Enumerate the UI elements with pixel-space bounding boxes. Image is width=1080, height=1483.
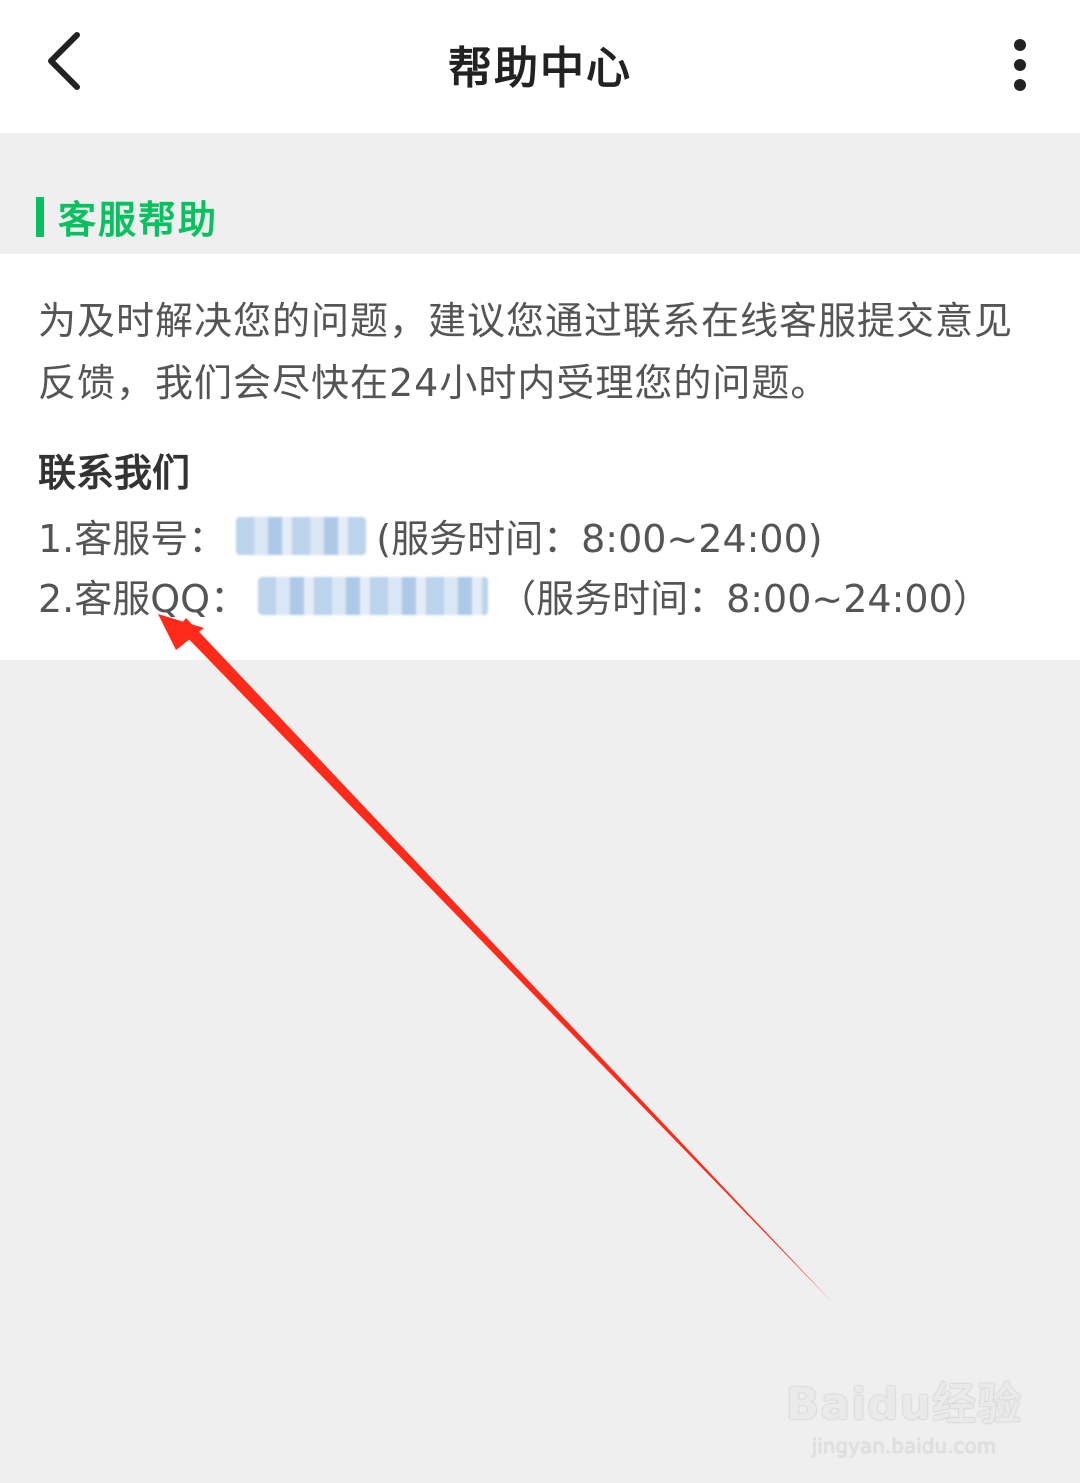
qq-label: 2.客服QQ： [38,577,249,621]
service-id-hours: (服务时间：8:00~24:00) [376,517,823,561]
baidu-watermark: Baidu经验 jingyan.baidu.com [786,1368,1022,1458]
section-header: 客服帮助 [0,133,1080,254]
top-navbar: 帮助中心 [0,0,1080,133]
contact-line-qq: 2.客服QQ： （服务时间：8:00~24:00） [38,568,991,623]
watermark-logo: Baidu经验 [785,1379,1022,1430]
service-id-label: 1.客服号： [38,517,227,561]
intro-text: 为及时解决您的问题，建议您通过联系在线客服提交意见反馈，我们会尽快在24小时内受… [38,299,1014,405]
more-options-button[interactable] [1000,30,1040,100]
more-vertical-icon [1014,39,1026,91]
qq-number-redacted[interactable] [258,576,489,615]
annotation-arrow-shaft [178,618,832,1302]
section-accent-bar [36,197,44,237]
page-title: 帮助中心 [448,43,632,94]
contact-line-service-id: 1.客服号： (服务时间：8:00~24:00) [38,508,823,563]
section-title: 客服帮助 [58,198,219,242]
qq-hours: （服务时间：8:00~24:00） [498,577,991,621]
service-id-redacted[interactable] [236,516,367,555]
watermark-url: jingyan.baidu.com [811,1434,997,1458]
help-card: 为及时解决您的问题，建议您通过联系在线客服提交意见反馈，我们会尽快在24小时内受… [0,254,1080,660]
contact-heading: 联系我们 [38,451,191,495]
